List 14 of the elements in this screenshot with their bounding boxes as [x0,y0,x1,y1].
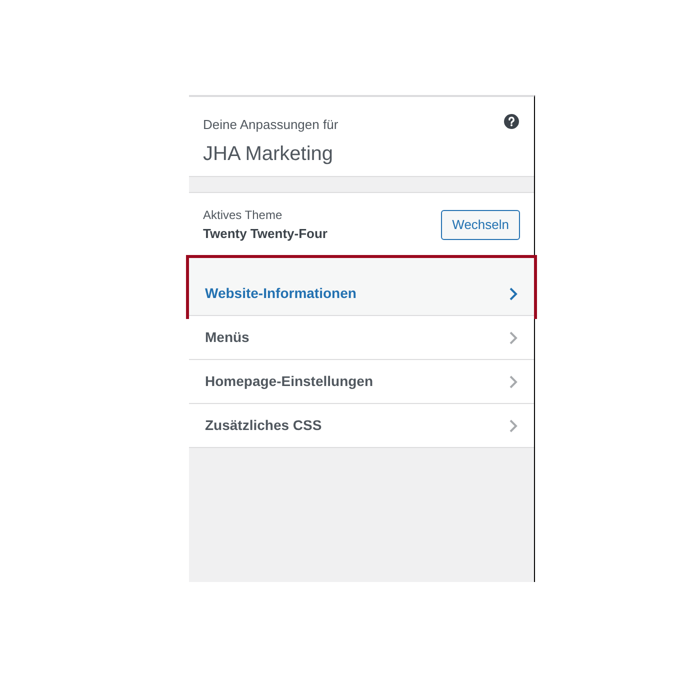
theme-name: Twenty Twenty-Four [203,224,328,243]
menu-item[interactable]: Website-Informationen [189,258,534,316]
chevron-right-icon [509,286,518,300]
chevron-right-icon [509,330,518,344]
site-title: JHA Marketing [203,142,334,166]
menu-item[interactable]: Menüs [189,316,534,360]
customizer-subtitle: Deine Anpassungen für [203,116,338,134]
chevron-right-icon [509,418,518,432]
help-icon[interactable] [504,114,519,129]
menu-item[interactable]: Homepage-Einstellungen [189,360,534,404]
theme-label: Aktives Theme [203,206,284,224]
chevron-right-icon [509,374,518,388]
menu-item[interactable]: Zusätzliches CSS [189,404,534,448]
change-theme-button[interactable]: Wechseln [441,210,520,240]
